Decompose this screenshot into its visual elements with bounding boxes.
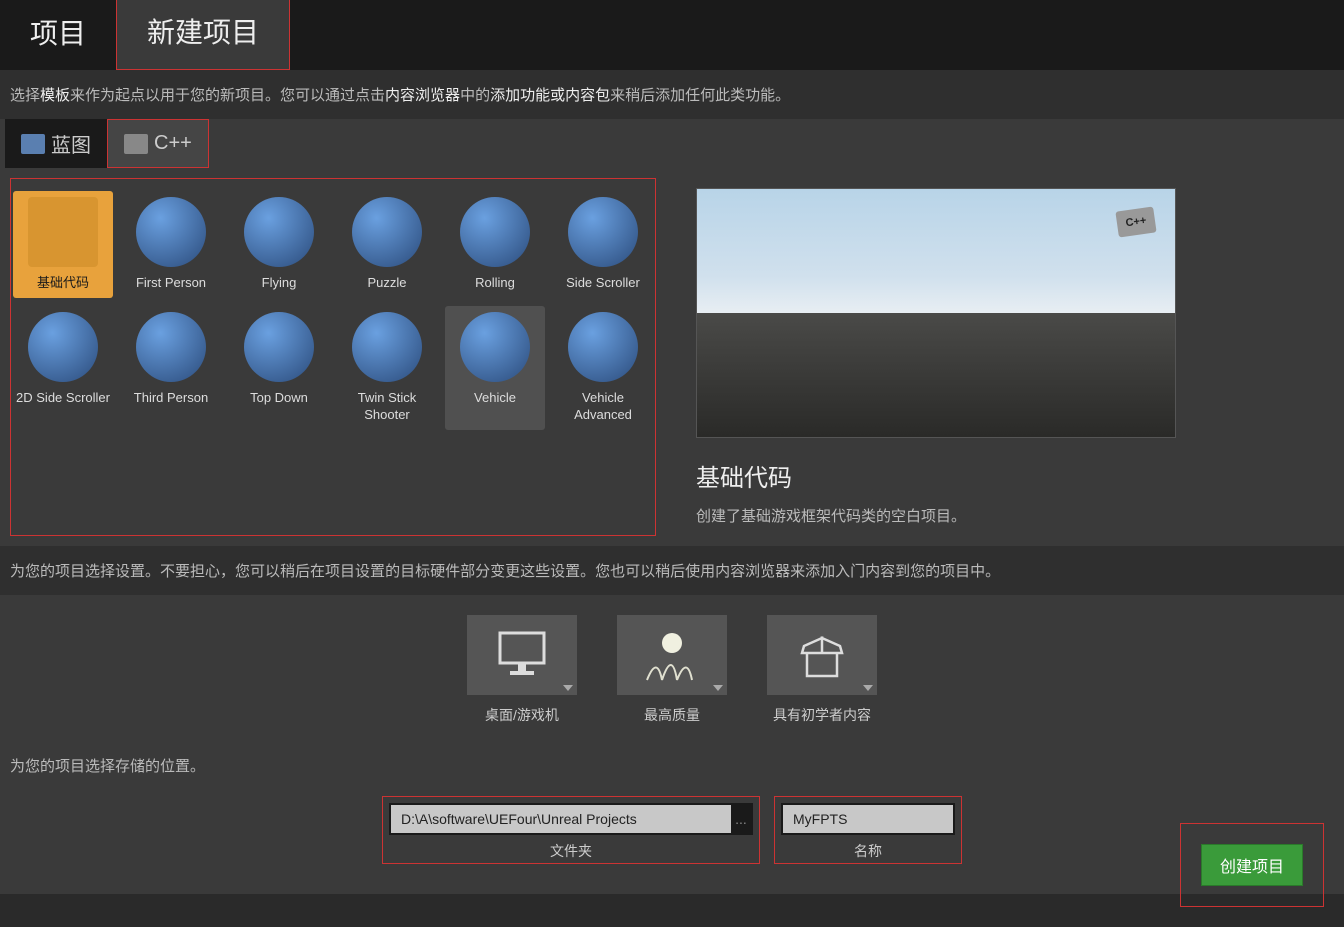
template-icon [28, 197, 98, 267]
template-label: Vehicle [474, 390, 516, 407]
cpp-icon [124, 134, 148, 154]
template-label: Side Scroller [566, 275, 640, 292]
template-vehicle[interactable]: Vehicle [445, 306, 545, 430]
template-label: Third Person [134, 390, 208, 407]
template-top-down[interactable]: Top Down [229, 306, 329, 430]
template-icon [352, 312, 422, 382]
location-info-bar: 为您的项目选择存储的位置。 [0, 735, 1344, 786]
subtab-cpp-label: C++ [154, 132, 192, 155]
template-icon [136, 312, 206, 382]
sub-tabs: 蓝图 C++ [0, 119, 1344, 168]
template-icon [28, 312, 98, 382]
template-label: Vehicle Advanced [555, 390, 651, 424]
preview-description: 创建了基础游戏框架代码类的空白项目。 [696, 505, 1314, 526]
template-label: 基础代码 [37, 275, 89, 292]
template-icon [568, 312, 638, 382]
template-icon [352, 197, 422, 267]
preview-title: 基础代码 [696, 458, 1314, 493]
template-基础代码[interactable]: 基础代码 [13, 191, 113, 298]
template-first-person[interactable]: First Person [121, 191, 221, 298]
template-side-scroller[interactable]: Side Scroller [553, 191, 653, 298]
template-twin-stick-shooter[interactable]: Twin Stick Shooter [337, 306, 437, 430]
setting-quality[interactable]: 最高质量 [617, 615, 727, 725]
starter-content-icon [792, 628, 852, 683]
setting-quality-label: 最高质量 [644, 705, 700, 725]
monitor-icon [492, 628, 552, 683]
template-label: Flying [262, 275, 297, 292]
chevron-down-icon [563, 685, 573, 691]
template-label: Top Down [250, 390, 308, 407]
tab-new-project[interactable]: 新建项目 [116, 0, 290, 70]
setting-platform[interactable]: 桌面/游戏机 [467, 615, 577, 725]
template-grid: 基础代码 First Person Flying Puzzle Rolling Side … [13, 181, 653, 440]
blueprint-icon [21, 134, 45, 154]
chevron-down-icon [863, 685, 873, 691]
top-tabs: 项目 新建项目 [0, 0, 1344, 70]
template-icon [568, 197, 638, 267]
setting-starter-label: 具有初学者内容 [773, 705, 871, 725]
template-icon [244, 312, 314, 382]
setting-starter[interactable]: 具有初学者内容 [767, 615, 877, 725]
chevron-down-icon [713, 685, 723, 691]
template-icon [136, 197, 206, 267]
project-name-input[interactable] [783, 805, 953, 833]
create-button-area: 创建项目 [1180, 823, 1324, 907]
setting-platform-label: 桌面/游戏机 [485, 705, 559, 725]
template-2d-side-scroller[interactable]: 2D Side Scroller [13, 306, 113, 430]
preview-image: C++ [696, 188, 1176, 438]
preview-area: C++ 基础代码 创建了基础游戏框架代码类的空白项目。 [676, 178, 1334, 536]
quality-icon [637, 625, 707, 685]
settings-row: 桌面/游戏机 最高质量 具有初学者内容 [0, 595, 1344, 735]
template-label: Rolling [475, 275, 515, 292]
template-label: First Person [136, 275, 206, 292]
template-rolling[interactable]: Rolling [445, 191, 545, 298]
subtab-blueprint[interactable]: 蓝图 [5, 119, 107, 168]
cpp-badge-icon: C++ [1115, 206, 1156, 237]
tab-projects[interactable]: 项目 [0, 0, 116, 70]
template-flying[interactable]: Flying [229, 191, 329, 298]
template-third-person[interactable]: Third Person [121, 306, 221, 430]
name-label: 名称 [854, 841, 882, 861]
template-icon [460, 197, 530, 267]
folder-label: 文件夹 [550, 841, 592, 861]
template-puzzle[interactable]: Puzzle [337, 191, 437, 298]
path-row: ... 文件夹 名称 [0, 786, 1344, 894]
template-label: Twin Stick Shooter [339, 390, 435, 424]
browse-button[interactable]: ... [731, 811, 751, 827]
template-info-bar: 选择模板来作为起点以用于您的新项目。您可以通过点击内容浏览器中的添加功能或内容包… [0, 70, 1344, 119]
folder-input[interactable] [391, 805, 731, 833]
subtab-cpp[interactable]: C++ [107, 119, 209, 168]
template-vehicle-advanced[interactable]: Vehicle Advanced [553, 306, 653, 430]
template-label: 2D Side Scroller [16, 390, 110, 407]
create-project-button[interactable]: 创建项目 [1201, 844, 1303, 886]
settings-info-bar: 为您的项目选择设置。不要担心，您可以稍后在项目设置的目标硬件部分变更这些设置。您… [0, 546, 1344, 595]
template-icon [460, 312, 530, 382]
template-label: Puzzle [367, 275, 406, 292]
subtab-blueprint-label: 蓝图 [51, 129, 91, 158]
template-icon [244, 197, 314, 267]
